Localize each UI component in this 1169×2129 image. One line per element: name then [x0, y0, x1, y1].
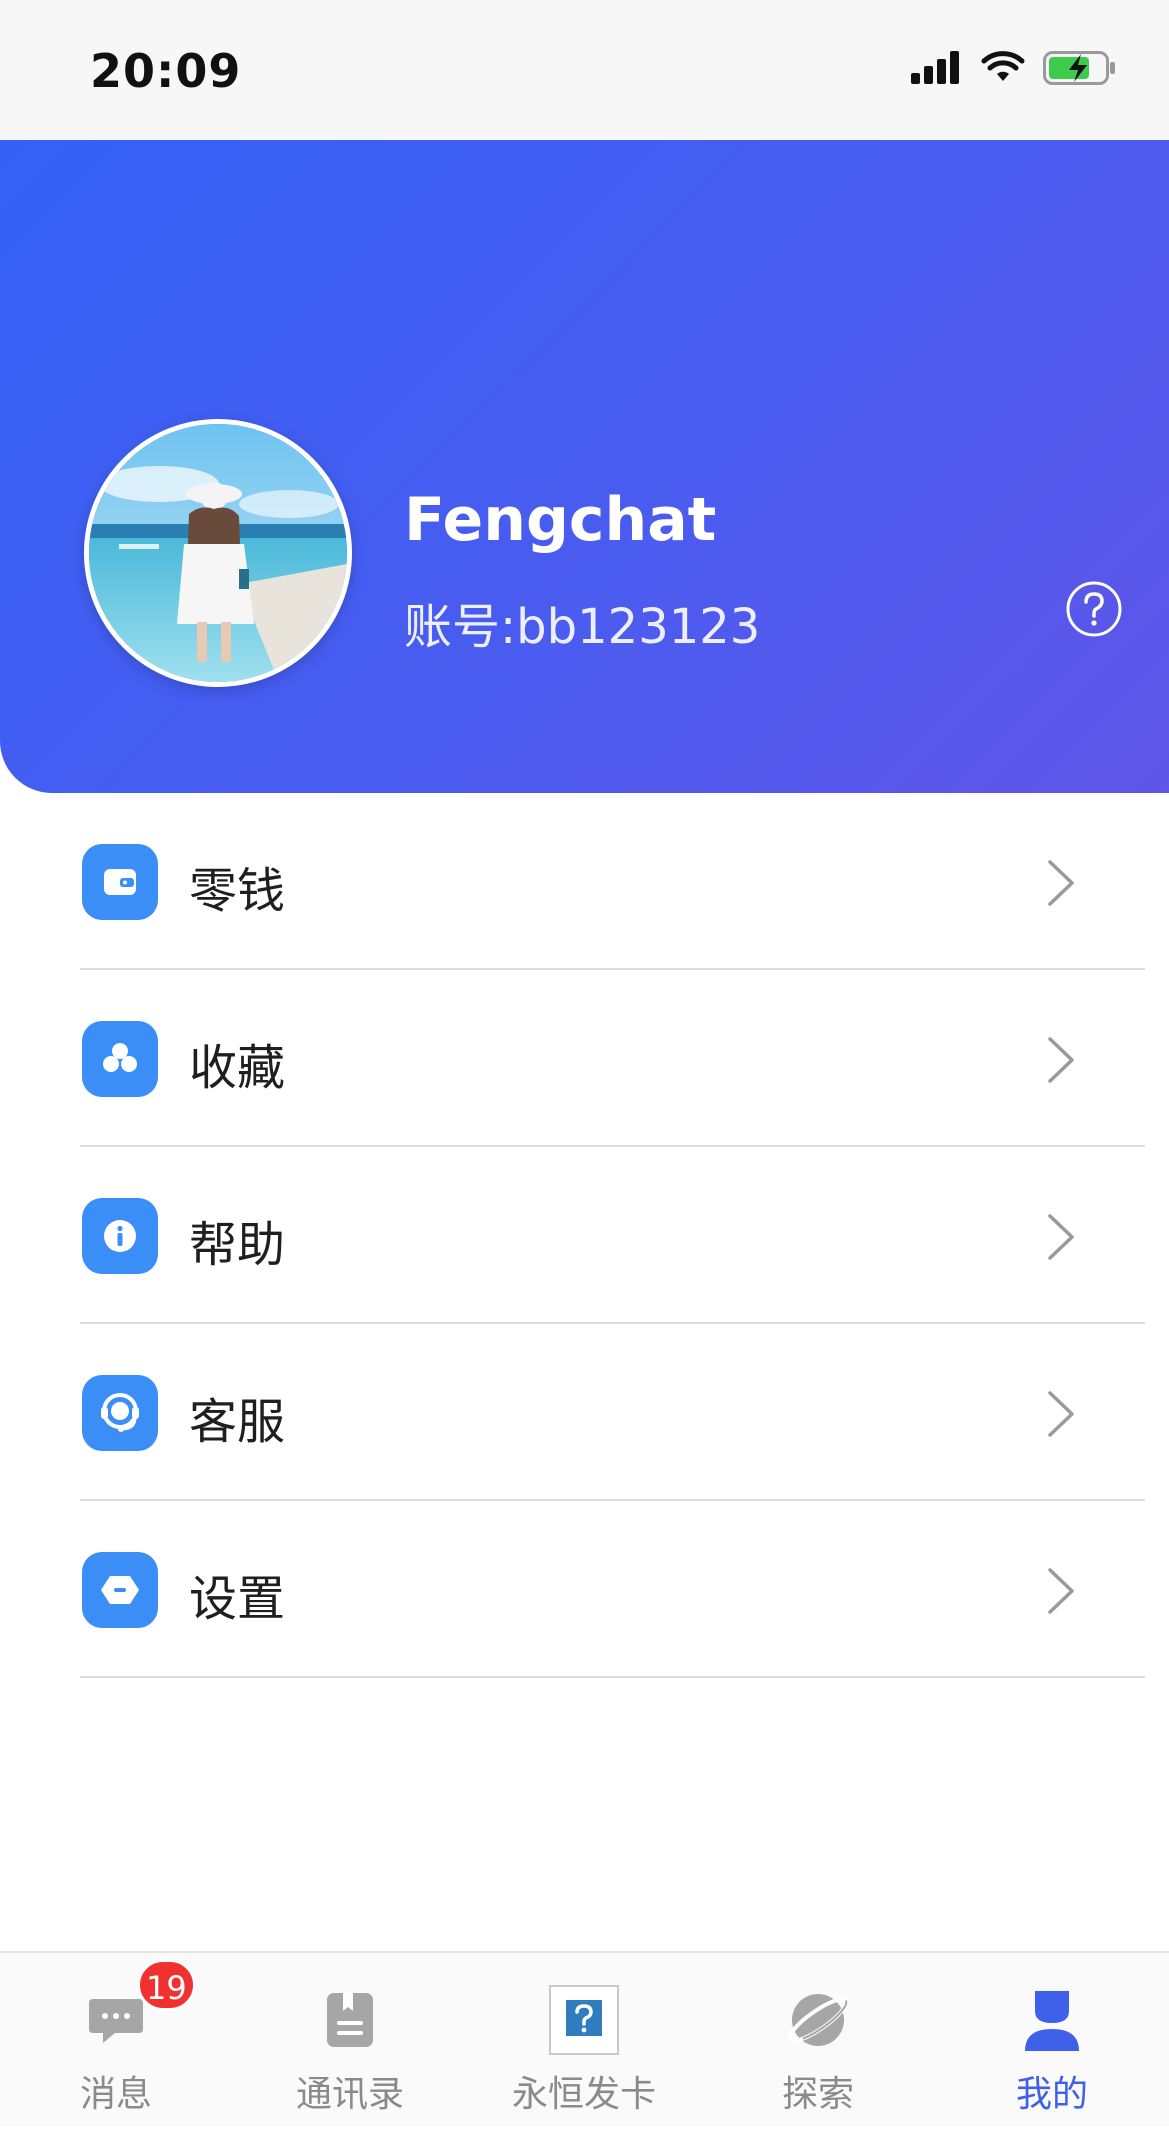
tab-explore[interactable]: 探索: [718, 1953, 918, 2129]
chevron-right-icon: [1048, 1568, 1074, 1614]
user-icon: [1017, 1985, 1087, 2055]
menu-label: 零钱: [189, 863, 286, 919]
chevron-right-icon: [1048, 860, 1074, 906]
profile-header: Fengchat 账号:bb123123: [0, 140, 1169, 793]
chevron-right-icon: [1048, 1214, 1074, 1260]
menu-label: 帮助: [189, 1217, 286, 1273]
menu-item-help[interactable]: 帮助: [0, 1147, 1169, 1324]
unread-badge: 19: [137, 1959, 196, 2011]
wifi-icon: [981, 51, 1025, 81]
tab-card-shop[interactable]: 永恒发卡: [484, 1953, 684, 2129]
wallet-icon: [82, 844, 158, 920]
tab-me[interactable]: 我的: [952, 1953, 1152, 2129]
cellular-signal-icon: [911, 51, 959, 84]
menu-label: 设置: [189, 1571, 286, 1627]
tab-label: 探索: [781, 2074, 854, 2115]
divider: [80, 1676, 1145, 1678]
menu-item-settings[interactable]: 设置: [0, 1501, 1169, 1678]
menu-item-customer-service[interactable]: 客服: [0, 1324, 1169, 1501]
battery-charging-icon: [1043, 51, 1115, 85]
tab-messages[interactable]: 19 消息: [16, 1953, 216, 2129]
menu-item-favorites[interactable]: 收藏: [0, 970, 1169, 1147]
chevron-right-icon: [1048, 1037, 1074, 1083]
menu-label: 收藏: [189, 1040, 286, 1096]
settings-icon: [82, 1552, 158, 1628]
favorites-icon: [82, 1021, 158, 1097]
tab-contacts[interactable]: 通讯录: [250, 1953, 450, 2129]
menu-label: 客服: [189, 1394, 286, 1450]
headset-icon: [82, 1375, 158, 1451]
help-icon[interactable]: [1065, 580, 1123, 638]
status-icons: [911, 50, 1117, 86]
tab-label: 消息: [79, 2074, 152, 2115]
menu-list: 零钱 收藏 帮助 客服 设置: [0, 793, 1169, 1678]
status-bar: 20:09: [0, 0, 1169, 140]
tab-label: 永恒发卡: [511, 2074, 656, 2115]
chevron-right-icon: [1048, 1391, 1074, 1437]
tab-label: 我的: [1015, 2074, 1088, 2115]
tab-label: 通讯录: [295, 2074, 404, 2115]
bottom-tab-bar: 19 消息 通讯录 永恒发卡 探索 我的: [0, 1951, 1169, 2127]
question-card-icon: [549, 1985, 619, 2055]
avatar[interactable]: [84, 419, 352, 687]
menu-item-wallet[interactable]: 零钱: [0, 793, 1169, 970]
account-id: 账号:bb123123: [404, 599, 761, 655]
contacts-icon: [315, 1985, 385, 2055]
status-time: 20:09: [90, 44, 242, 98]
info-icon: [82, 1198, 158, 1274]
planet-icon: [783, 1985, 853, 2055]
username: Fengchat: [404, 485, 717, 555]
